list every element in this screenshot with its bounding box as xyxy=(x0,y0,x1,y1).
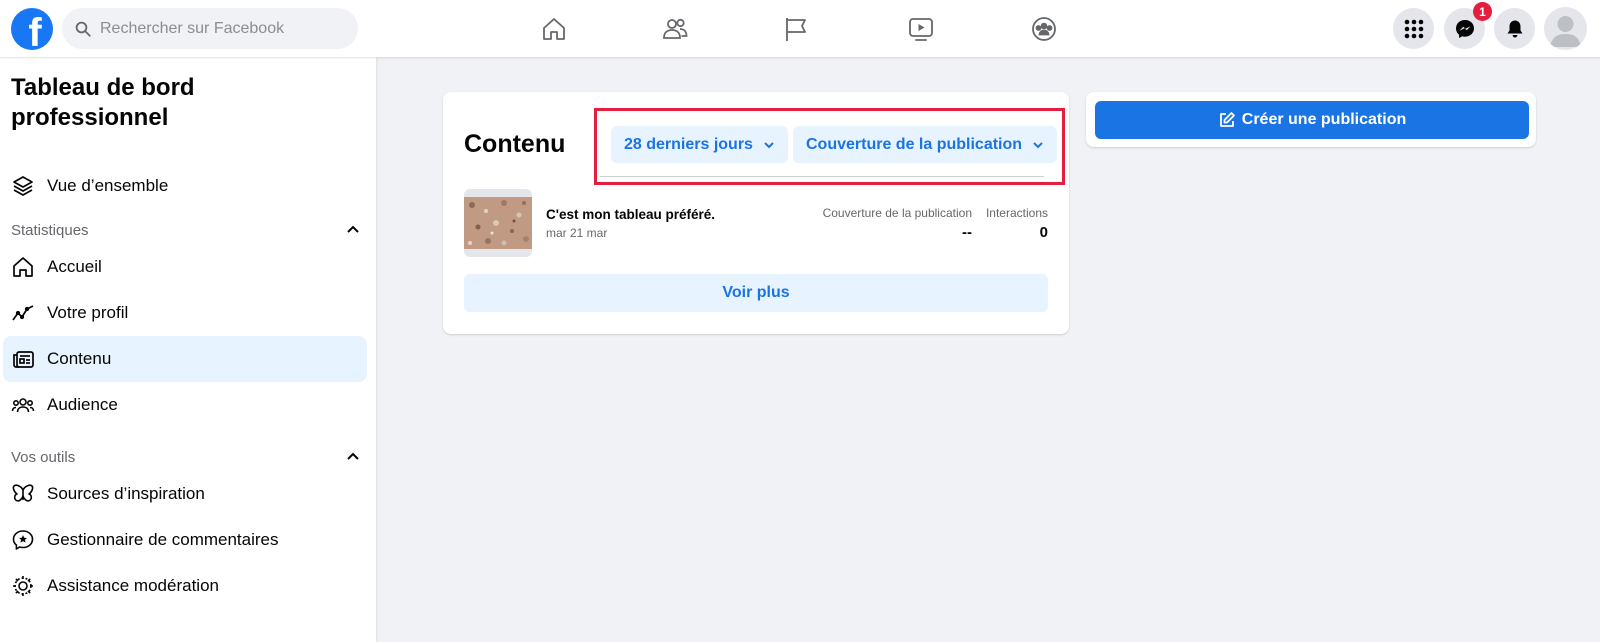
home-icon xyxy=(543,18,565,40)
messenger-button[interactable]: 1 xyxy=(1444,2,1492,49)
butterfly-icon xyxy=(12,484,34,502)
sidebar-item-label: Accueil xyxy=(47,257,102,276)
section-statistics-header[interactable]: Statistiques xyxy=(11,218,361,242)
reach-value: -- xyxy=(962,224,972,241)
sidebar-item-label: Sources d’inspiration xyxy=(47,484,205,503)
nav-pages[interactable] xyxy=(776,10,816,48)
chevron-up-icon xyxy=(347,452,359,460)
post-date: mar 21 mar xyxy=(546,226,608,240)
pages-flag-icon xyxy=(786,18,806,41)
trend-line-icon xyxy=(12,305,34,321)
sidebar-item-home[interactable]: Accueil xyxy=(3,244,367,290)
sidebar-item-comment-manager[interactable]: Gestionnaire de commentaires xyxy=(3,517,367,563)
layers-icon xyxy=(13,176,33,196)
nav-home[interactable] xyxy=(534,10,574,48)
interactions-value: 0 xyxy=(1039,224,1048,241)
notifications-button[interactable] xyxy=(1494,8,1535,49)
account-avatar[interactable] xyxy=(1544,7,1587,50)
sidebar-item-label: Votre profil xyxy=(47,303,129,322)
sidebar-item-label: Vue d’ensemble xyxy=(47,176,169,195)
sidebar-item-content[interactable]: Contenu xyxy=(3,336,367,382)
friends-icon xyxy=(663,18,688,39)
messenger-icon xyxy=(1455,19,1474,38)
sidebar-item-moderation[interactable]: Assistance modération xyxy=(3,563,367,609)
messenger-badge: 1 xyxy=(1473,2,1492,21)
nav-friends[interactable] xyxy=(655,10,695,48)
sidebar-item-profile[interactable]: Votre profil xyxy=(3,290,367,336)
facebook-logo[interactable]: f xyxy=(11,8,53,50)
create-post-button[interactable]: Créer une publication xyxy=(1095,101,1529,139)
filters-highlight-box xyxy=(594,108,1065,185)
content-card-title: Contenu xyxy=(464,130,566,158)
section-tools-header[interactable]: Vos outils xyxy=(11,445,361,469)
see-more-button[interactable]: Voir plus xyxy=(464,274,1048,312)
page-title: Tableau de bord professionnel xyxy=(11,74,195,131)
search-box[interactable] xyxy=(62,8,358,49)
dashboard-sidebar: Tableau de bord professionnel Vue d’ense… xyxy=(0,57,376,642)
sidebar-item-overview[interactable]: Vue d’ensemble xyxy=(3,163,367,209)
groups-icon xyxy=(1032,17,1056,41)
sidebar-item-label: Contenu xyxy=(47,349,112,368)
sidebar-item-inspiration[interactable]: Sources d’inspiration xyxy=(3,471,367,517)
nav-groups[interactable] xyxy=(1024,10,1064,48)
section-label: Statistiques xyxy=(11,221,89,239)
avatar-silhouette xyxy=(1550,16,1581,47)
top-navigation-bar: f 1 xyxy=(0,0,1600,57)
watch-video-icon xyxy=(909,18,933,41)
create-post-label: Créer une publication xyxy=(1241,111,1407,128)
section-label: Vos outils xyxy=(11,448,76,466)
menu-button[interactable] xyxy=(1393,8,1434,49)
menu-grid-icon xyxy=(1404,19,1423,38)
moderation-gear-icon xyxy=(13,576,33,596)
sidebar-item-label: Gestionnaire de commentaires xyxy=(47,530,279,549)
granite-image xyxy=(464,197,532,249)
post-thumbnail[interactable] xyxy=(464,189,532,257)
comment-star-icon xyxy=(12,530,34,550)
sidebar-item-label: Assistance modération xyxy=(47,576,219,595)
interactions-column-header: Interactions xyxy=(985,206,1048,220)
facebook-logo-letter: f xyxy=(28,11,42,50)
notifications-bell-icon xyxy=(1507,20,1522,37)
create-post-card: Créer une publication xyxy=(1086,92,1536,147)
search-input[interactable] xyxy=(100,19,340,38)
audience-icon xyxy=(11,398,35,413)
sidebar-item-audience[interactable]: Audience xyxy=(3,382,367,428)
sidebar-item-label: Audience xyxy=(47,395,118,414)
edit-icon xyxy=(1219,112,1235,127)
content-icon xyxy=(13,351,34,368)
home-outline-icon xyxy=(13,257,33,277)
chevron-up-icon xyxy=(347,225,359,233)
search-icon xyxy=(75,21,91,37)
nav-watch[interactable] xyxy=(901,10,941,48)
reach-column-header: Couverture de la publication xyxy=(822,206,972,220)
post-title[interactable]: C'est mon tableau préféré. xyxy=(546,207,715,222)
